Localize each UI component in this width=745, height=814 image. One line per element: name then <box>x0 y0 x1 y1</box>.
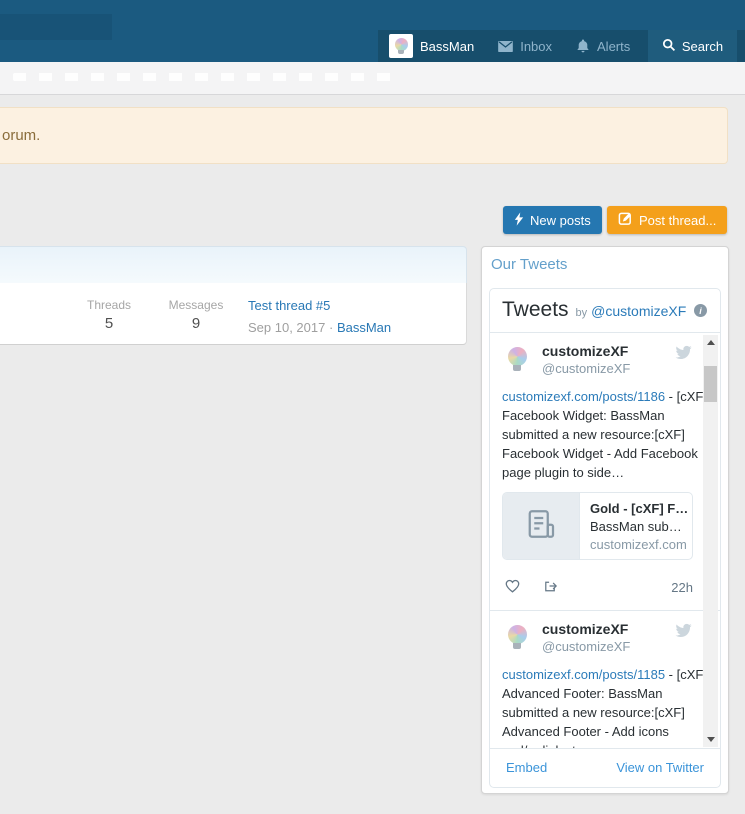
last-post-block: Test thread #5 Sep 10, 2017 · BassMan <box>248 297 391 335</box>
embed-footer: Embed View on Twitter <box>490 747 720 787</box>
triangle-up-icon <box>707 340 715 345</box>
embed-handle-link[interactable]: @customizeXF <box>591 303 686 319</box>
twitter-bird-icon[interactable] <box>675 344 692 366</box>
bell-icon <box>576 39 590 54</box>
tweet-text-line: customizexf.com/posts/1186 - [cXF] <box>502 387 693 406</box>
tweet-link[interactable]: customizexf.com/posts/1185 <box>502 667 665 682</box>
embed-header: Tweets by @customizeXF i <box>490 289 720 333</box>
timeline-content: customizeXF @customizeXF customizexf.com… <box>490 333 720 749</box>
search-tab[interactable]: Search <box>648 30 737 62</box>
tweet-text-line: submitted a new resource:[cXF] <box>502 703 693 722</box>
tweet-avatar[interactable] <box>502 344 532 374</box>
header-logo-area <box>0 14 112 40</box>
visitor-tab-strip: BassMan Inbox Alerts Search <box>378 30 745 62</box>
scroll-up-button[interactable] <box>703 335 718 350</box>
tweet-header: customizeXF @customizeXF <box>502 621 693 656</box>
tweet-text: customizexf.com/posts/1186 - [cXF] Faceb… <box>502 387 693 482</box>
embed-by-label: by <box>576 307 588 319</box>
tweet-text-line: Facebook Widget - Add Facebook <box>502 444 693 463</box>
forum-node-row: Threads 5 Messages 9 Test thread #5 Sep … <box>0 283 467 345</box>
post-thread-button[interactable]: Post thread... <box>607 206 727 234</box>
alerts-tab[interactable]: Alerts <box>564 30 642 62</box>
site-header: BassMan Inbox Alerts Search <box>0 0 745 62</box>
tweet-text-line: page plugin to side… <box>502 463 693 482</box>
triangle-down-icon <box>707 737 715 742</box>
notice-bar: orum. <box>0 107 728 164</box>
card-description: BassMan sub… <box>590 518 682 536</box>
card-thumbnail <box>503 493 580 559</box>
share-icon[interactable] <box>542 578 559 599</box>
last-thread-link[interactable]: Test thread #5 <box>248 298 330 313</box>
inbox-tab[interactable]: Inbox <box>486 30 564 62</box>
lightbulb-avatar-icon <box>508 625 527 649</box>
meta-separator: · <box>329 320 333 335</box>
tweet-timestamp[interactable]: 22h <box>671 580 693 595</box>
tweet-item: customizeXF @customizeXF customizexf.com… <box>502 611 693 749</box>
search-tab-label: Search <box>682 39 723 54</box>
tweet-author-name[interactable]: customizeXF <box>542 621 693 637</box>
tweet-link-card[interactable]: Gold - [cXF] F… BassMan sub… customizexf… <box>502 492 693 560</box>
messages-stat: Messages 9 <box>156 298 236 332</box>
forum-page: BassMan Inbox Alerts Search <box>0 0 745 814</box>
tweet-link[interactable]: customizexf.com/posts/1186 <box>502 389 665 404</box>
tweet-text-line: Advanced Footer: BassMan <box>502 684 693 703</box>
edit-icon <box>618 211 633 229</box>
info-icon[interactable]: i <box>694 304 707 317</box>
scrollbar-thumb[interactable] <box>704 366 717 402</box>
last-post-author-link[interactable]: BassMan <box>337 320 391 335</box>
article-icon <box>523 506 559 547</box>
last-post-date: Sep 10, 2017 <box>248 320 325 335</box>
threads-stat: Threads 5 <box>70 298 148 332</box>
alerts-tab-label: Alerts <box>597 39 630 54</box>
embed-title: Tweets <box>502 289 569 331</box>
tweet-item: customizeXF @customizeXF customizexf.com… <box>502 333 693 611</box>
timeline-scrollbar[interactable] <box>703 335 718 747</box>
tweet-author-name[interactable]: customizeXF <box>542 343 693 359</box>
tweet-header: customizeXF @customizeXF <box>502 343 693 378</box>
tweet-text-line: Facebook Widget: BassMan <box>502 406 693 425</box>
user-avatar <box>389 34 413 58</box>
inbox-tab-label: Inbox <box>520 39 552 54</box>
tweet-text: customizexf.com/posts/1185 - [cXF] Advan… <box>502 665 693 749</box>
messages-label: Messages <box>156 298 236 312</box>
node-category-header <box>0 246 467 284</box>
new-posts-button[interactable]: New posts <box>503 206 602 234</box>
tweet-text-line: Advanced Footer - Add icons <box>502 722 693 741</box>
subnav-placeholder-dashes <box>13 73 401 81</box>
tweet-text-line: submitted a new resource:[cXF] <box>502 425 693 444</box>
card-domain: customizexf.com <box>590 536 682 554</box>
view-on-twitter-link[interactable]: View on Twitter <box>616 760 704 775</box>
lightbulb-avatar-icon <box>508 347 527 371</box>
lightning-icon <box>514 212 524 229</box>
account-tab[interactable]: BassMan <box>378 30 486 62</box>
threads-label: Threads <box>70 298 148 312</box>
twitter-bird-icon[interactable] <box>675 622 692 644</box>
search-icon <box>662 38 676 55</box>
widget-title: Our Tweets <box>491 256 567 273</box>
tweet-timeline: customizeXF @customizeXF customizexf.com… <box>490 333 720 749</box>
envelope-icon <box>498 41 513 52</box>
post-thread-button-label: Post thread... <box>639 213 716 228</box>
messages-value: 9 <box>156 315 236 332</box>
last-post-meta: Sep 10, 2017 · BassMan <box>248 320 391 335</box>
tweets-widget: Our Tweets Tweets by @customizeXF i <box>481 246 729 794</box>
tweet-avatar[interactable] <box>502 622 532 652</box>
tweet-actions: 22h <box>502 578 693 598</box>
card-body: Gold - [cXF] F… BassMan sub… customizexf… <box>580 493 692 559</box>
sub-navbar <box>0 62 745 95</box>
card-title: Gold - [cXF] F… <box>590 500 682 518</box>
tweet-author-handle[interactable]: @customizeXF <box>542 639 630 654</box>
lightbulb-avatar-icon <box>395 38 408 54</box>
twitter-embed: Tweets by @customizeXF i customizeXF @cu… <box>489 288 721 788</box>
tweet-text-line: customizexf.com/posts/1185 - [cXF] <box>502 665 693 684</box>
threads-value: 5 <box>70 315 148 332</box>
notice-text: orum. <box>2 127 40 144</box>
new-posts-button-label: New posts <box>530 213 591 228</box>
embed-link[interactable]: Embed <box>506 760 547 775</box>
scroll-down-button[interactable] <box>703 732 718 747</box>
tweet-author-handle[interactable]: @customizeXF <box>542 361 630 376</box>
like-heart-icon[interactable] <box>504 578 521 599</box>
account-tab-label: BassMan <box>420 39 474 54</box>
